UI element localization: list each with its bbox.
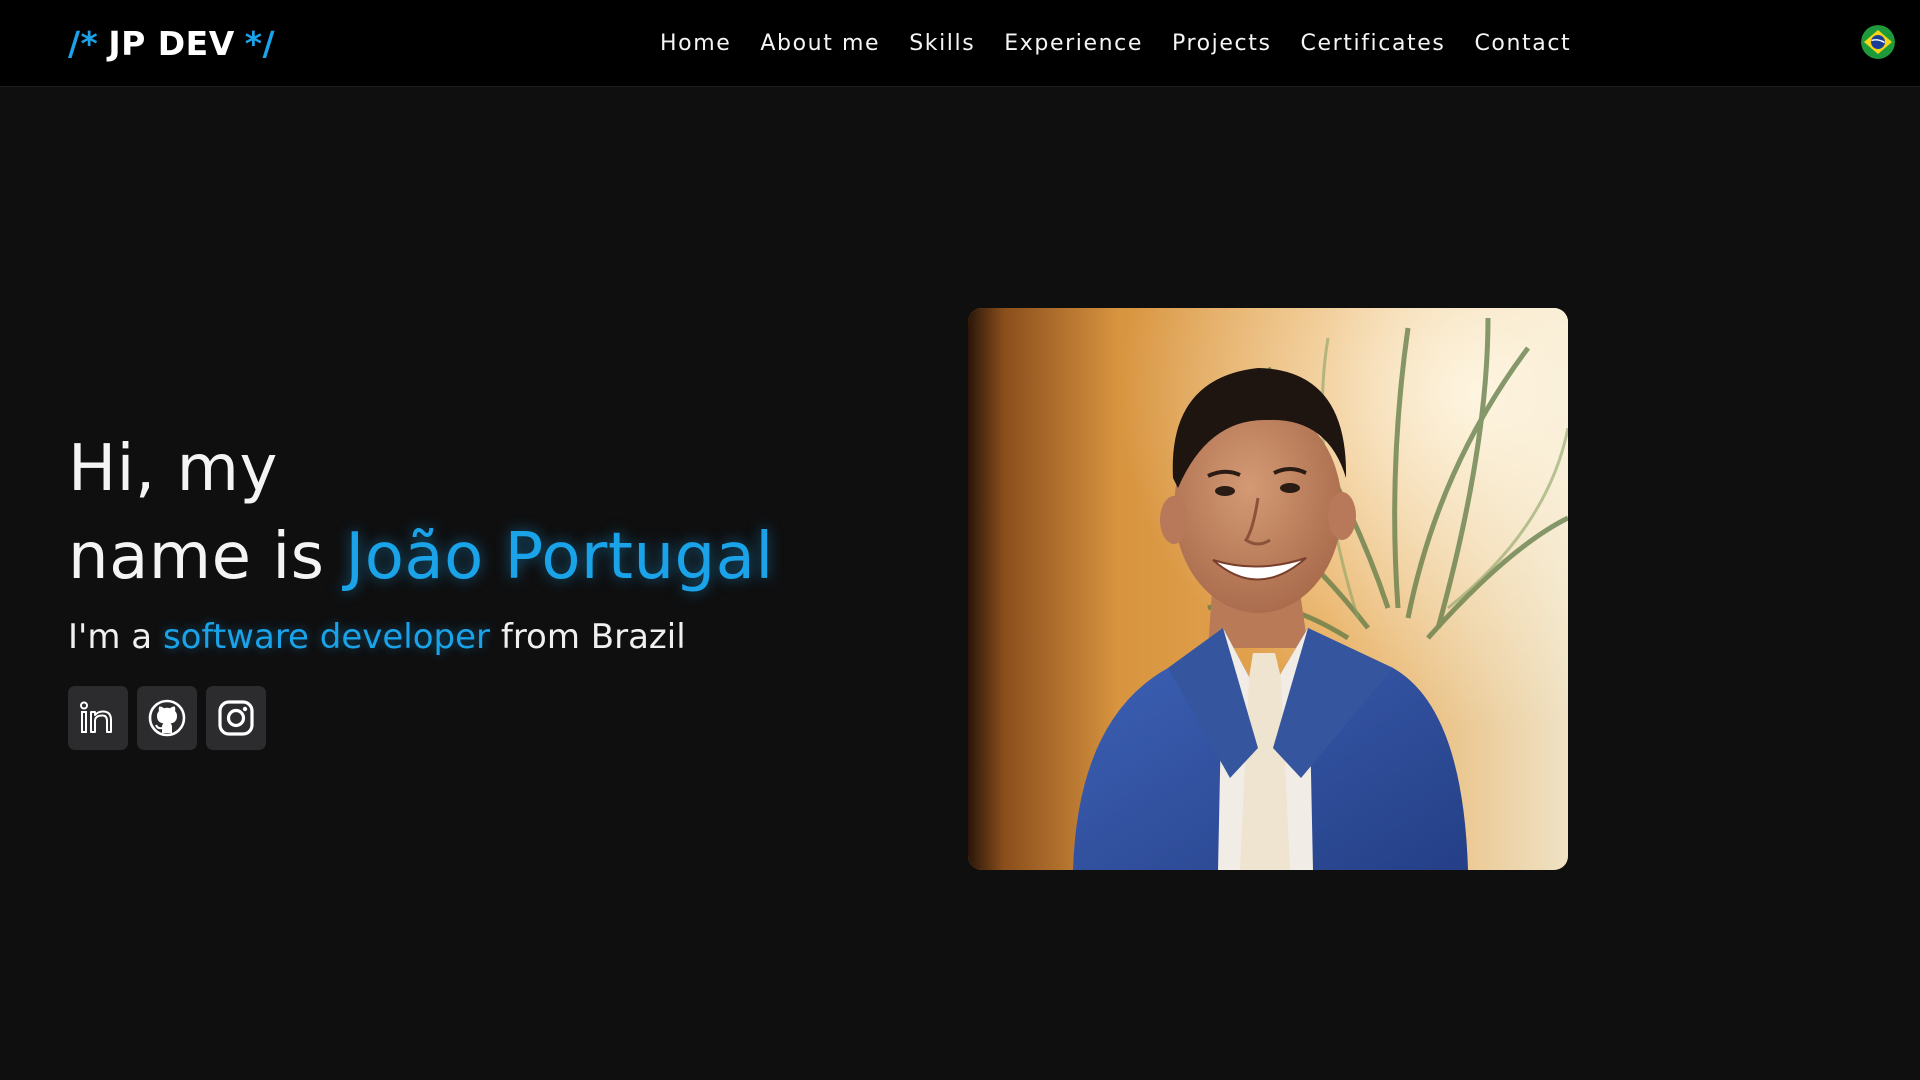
nav-item-projects[interactable]: Projects xyxy=(1172,31,1272,56)
hero-section: Hi, my name is João Portugal I'm a softw… xyxy=(68,425,928,659)
nav-item-about-me[interactable]: About me xyxy=(760,31,880,56)
hero-tagline: I'm a software developer from Brazil xyxy=(68,615,928,659)
linkedin-icon xyxy=(80,701,112,733)
tagline-highlight: software developer xyxy=(162,617,491,657)
nav-item-contact[interactable]: Contact xyxy=(1474,31,1571,56)
social-links xyxy=(68,686,266,750)
instagram-button[interactable] xyxy=(206,686,266,750)
brazil-flag-icon xyxy=(1861,25,1895,59)
logo-close-comment: */ xyxy=(244,23,276,63)
hero-line-2-prefix: name is xyxy=(68,520,346,594)
main-nav: Home About me Skills Experience Projects… xyxy=(660,0,1571,87)
navbar: /* JP DEV */ Home About me Skills Experi… xyxy=(0,0,1920,87)
nav-item-experience[interactable]: Experience xyxy=(1004,31,1143,56)
portrait-illustration xyxy=(968,308,1568,870)
language-toggle-button[interactable] xyxy=(1861,25,1895,59)
logo-open-comment: /* xyxy=(68,23,99,63)
hero-name: João Portugal xyxy=(345,520,774,594)
github-icon xyxy=(148,699,186,737)
tagline-suffix: from Brazil xyxy=(490,617,686,657)
github-button[interactable] xyxy=(137,686,197,750)
nav-item-certificates[interactable]: Certificates xyxy=(1301,31,1446,56)
site-logo[interactable]: /* JP DEV */ xyxy=(68,20,275,66)
instagram-icon xyxy=(218,700,254,736)
tagline-prefix: I'm a xyxy=(68,617,163,657)
linkedin-button[interactable] xyxy=(68,686,128,750)
hero-heading: Hi, my name is João Portugal xyxy=(68,425,928,601)
hero-line-1: Hi, my xyxy=(68,432,278,506)
nav-item-skills[interactable]: Skills xyxy=(909,31,975,56)
nav-item-home[interactable]: Home xyxy=(660,31,731,56)
profile-photo xyxy=(968,308,1568,870)
logo-text: JP DEV xyxy=(108,23,235,63)
